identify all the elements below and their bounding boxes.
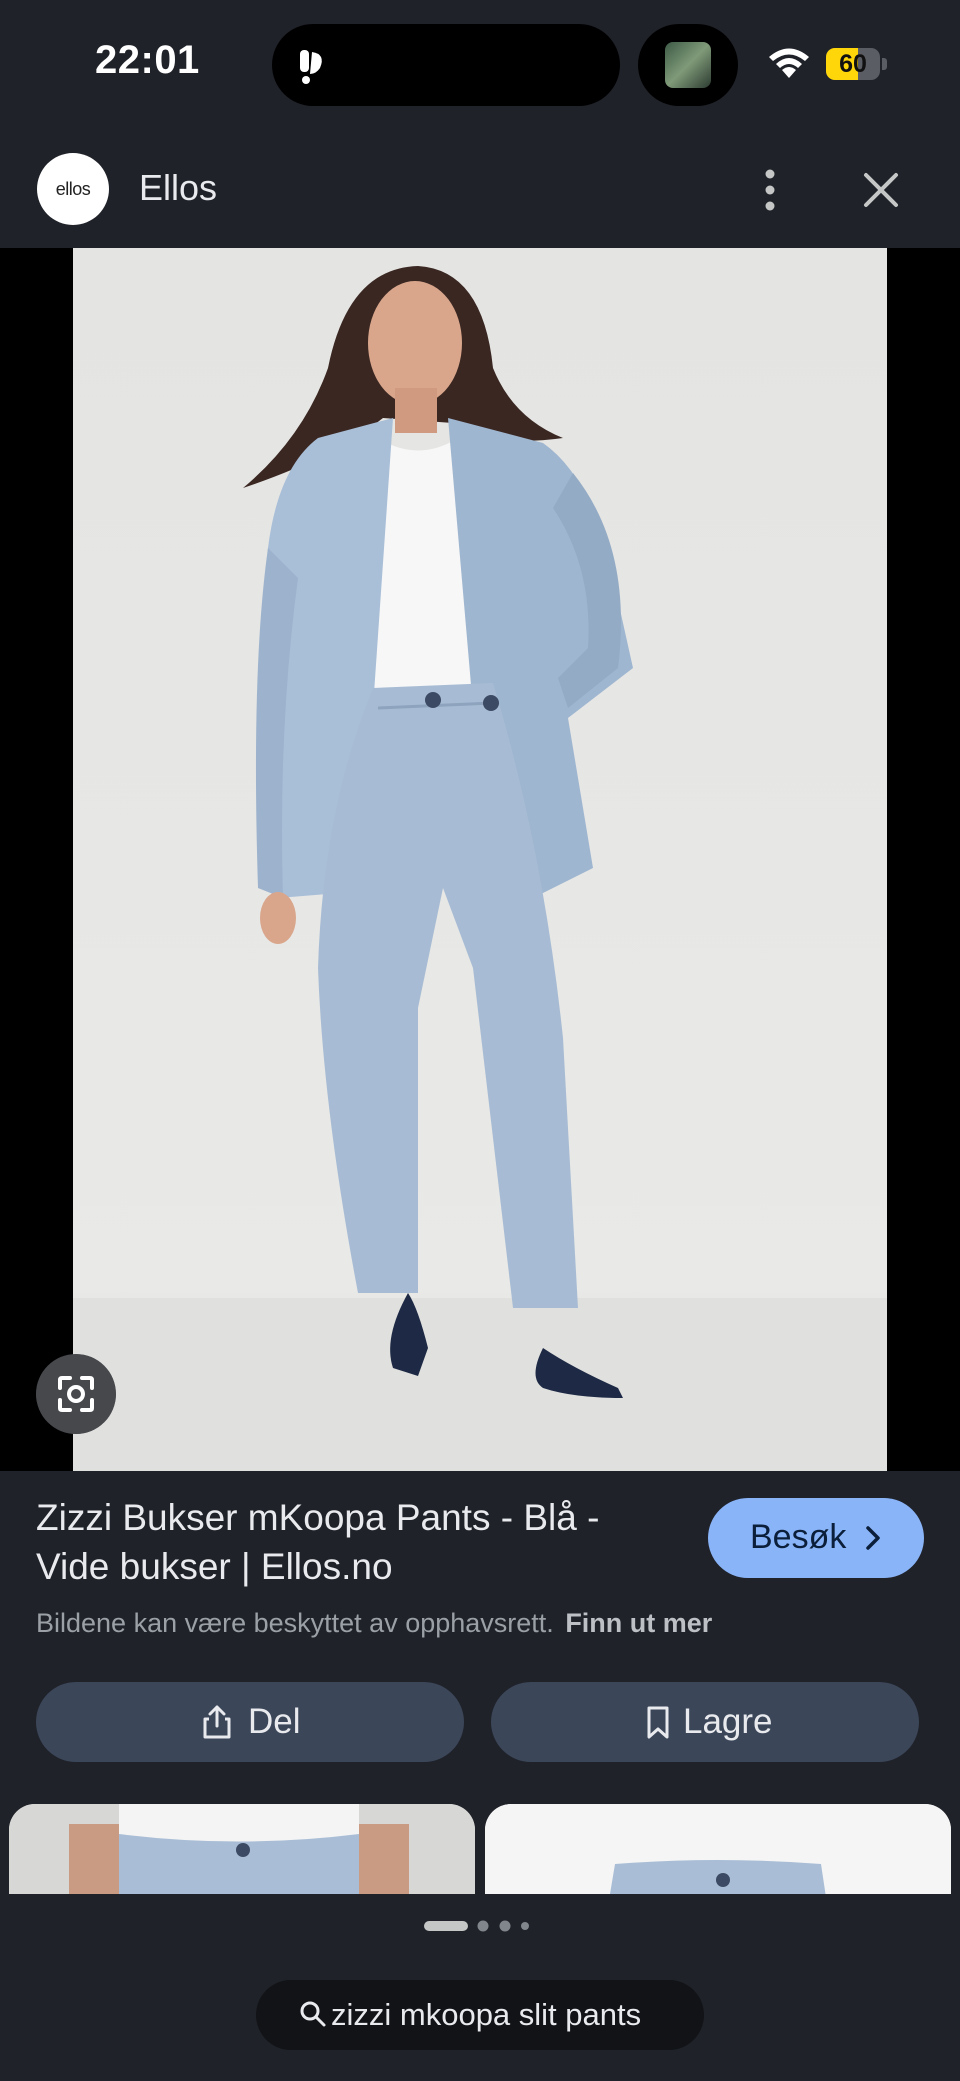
site-logo[interactable]: ellos [37,153,109,225]
save-button[interactable]: Lagre [491,1682,919,1762]
visit-button-label: Besøk [750,1518,847,1556]
more-vert-icon[interactable] [750,165,790,215]
app-activity-icon [300,50,322,84]
status-bar: 22:01 60 [0,0,960,125]
learn-more-link[interactable]: Finn ut mer [565,1608,712,1638]
share-icon [203,1705,231,1739]
album-art-icon [665,42,711,88]
chevron-right-icon [866,1526,880,1550]
related-thumbnail[interactable] [485,1804,951,1894]
image-viewer[interactable] [0,248,960,1471]
related-results [0,1804,960,1894]
page-indicator [424,1920,529,1932]
product-image[interactable] [73,248,887,1471]
battery-level: 60 [839,50,867,78]
search-query-pill[interactable]: zizzi mkoopa slit pants [256,1980,704,2050]
status-time: 22:01 [95,38,200,82]
visit-button[interactable]: Besøk [708,1498,924,1578]
search-icon [300,2001,326,2027]
related-thumbnail[interactable] [9,1804,475,1894]
search-query-text: zizzi mkoopa slit pants [331,1997,642,2032]
share-label: Del [248,1702,301,1741]
battery-icon: 60 [826,48,888,80]
close-icon[interactable] [856,165,906,215]
copyright-text: Bildene kan være beskyttet av opphavsret… [36,1608,554,1638]
copyright-notice: Bildene kan være beskyttet av opphavsret… [36,1608,712,1639]
save-label: Lagre [683,1702,773,1741]
dynamic-island[interactable] [272,24,620,106]
lens-icon[interactable] [36,1354,116,1434]
now-playing-artwork[interactable] [638,24,738,106]
bottom-bar: zizzi mkoopa slit pants [0,1894,960,2081]
bookmark-icon [647,1706,669,1739]
wifi-icon [769,48,809,78]
result-title[interactable]: Zizzi Bukser mKoopa Pants - Blå - Vide b… [36,1493,676,1591]
site-name[interactable]: Ellos [139,167,217,209]
share-button[interactable]: Del [36,1682,464,1762]
viewer-header: ellos Ellos [0,125,960,248]
